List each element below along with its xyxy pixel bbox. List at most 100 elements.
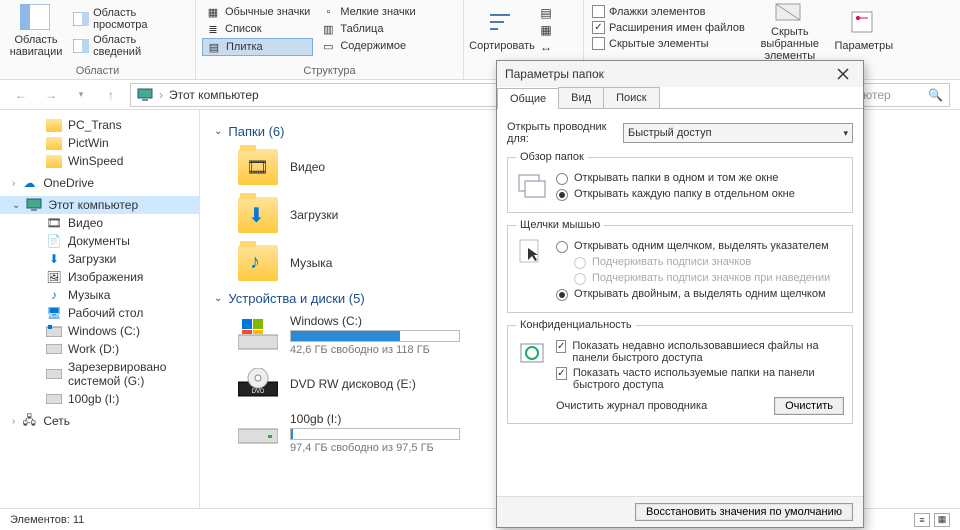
tab-search[interactable]: Поиск: [603, 87, 659, 108]
sort-icon: [486, 10, 518, 38]
onedrive-icon: ☁: [21, 176, 37, 190]
tree-folder-pictwin[interactable]: PictWin: [0, 134, 199, 152]
radio-underline-always: Подчеркивать подписи значков: [574, 256, 844, 269]
view-details-button[interactable]: ≡: [914, 513, 930, 527]
this-pc-icon: [137, 88, 153, 102]
breadcrumb-thispc[interactable]: Этот компьютер: [169, 88, 259, 102]
chk-frequent-folders[interactable]: ✓Показать часто используемые папки на па…: [556, 367, 844, 391]
sort-button[interactable]: Сортировать: [470, 2, 534, 60]
tree-documents[interactable]: 📄Документы: [0, 232, 199, 250]
add-column-icon[interactable]: ▦: [538, 23, 554, 37]
this-pc-icon-small: [26, 198, 42, 212]
open-explorer-label: Открыть проводник для:: [507, 121, 617, 145]
music-icon: ♪: [46, 288, 62, 302]
radio-double-click[interactable]: Открывать двойным, а выделять одним щелч…: [556, 288, 844, 301]
layout-small-icons[interactable]: ▫Мелкие значки: [317, 4, 418, 20]
video-icon: 🎞: [46, 216, 62, 230]
windows-drive-icon: [46, 324, 62, 338]
tree-drive-i[interactable]: 100gb (I:): [0, 390, 199, 408]
radio-underline-hover: Подчеркивать подписи значков при наведен…: [574, 272, 844, 285]
item-checkboxes-toggle[interactable]: Флажки элементов: [590, 4, 747, 19]
tree-onedrive[interactable]: ›☁OneDrive: [0, 176, 199, 190]
desktop-icon: 🖥: [46, 306, 62, 320]
fit-columns-icon[interactable]: ↔: [538, 40, 554, 54]
hdd-icon: [238, 413, 278, 453]
view-icons-button[interactable]: ▦: [934, 513, 950, 527]
search-box[interactable]: ьютер 🔍: [850, 83, 950, 107]
file-extensions-toggle[interactable]: ✓Расширения имен файлов: [590, 20, 747, 35]
forward-button[interactable]: →: [40, 84, 62, 106]
tree-folder-winspeed[interactable]: WinSpeed: [0, 152, 199, 170]
tab-general[interactable]: Общие: [497, 88, 559, 109]
up-button[interactable]: ↑: [100, 84, 122, 106]
radio-new-window[interactable]: Открывать каждую папку в отдельном окне: [556, 188, 844, 201]
layout-content[interactable]: ▭Содержимое: [317, 38, 418, 54]
tree-videos[interactable]: 🎞Видео: [0, 214, 199, 232]
drive-icon: [46, 367, 62, 381]
privacy-icon: [516, 337, 548, 369]
hide-selected-button[interactable]: Скрыть выбранные элементы: [751, 2, 829, 60]
tree-music[interactable]: ♪Музыка: [0, 286, 199, 304]
tree-folder-pctrans[interactable]: PC_Trans: [0, 116, 199, 134]
navigation-pane-icon: [20, 4, 52, 32]
tree-network[interactable]: ›🖧Сеть: [0, 414, 199, 428]
dialog-tabs: Общие Вид Поиск: [497, 87, 863, 109]
document-icon: 📄: [46, 234, 62, 248]
network-icon: 🖧: [21, 414, 37, 428]
layout-normal-icons[interactable]: ▦Обычные значки: [202, 4, 313, 20]
tree-drive-c[interactable]: Windows (C:): [0, 322, 199, 340]
navigation-pane-button[interactable]: Область навигации: [6, 2, 66, 60]
tree-desktop[interactable]: 🖥Рабочий стол: [0, 304, 199, 322]
folder-icon: 🎞: [238, 149, 278, 185]
folder-icon: ⬇: [238, 197, 278, 233]
options-icon: [848, 10, 880, 38]
cursor-icon: [516, 237, 548, 269]
clear-history-label: Очистить журнал проводника: [556, 400, 707, 412]
restore-defaults-button[interactable]: Восстановить значения по умолчанию: [635, 503, 853, 521]
chk-recent-files[interactable]: ✓Показать недавно использовавшиеся файлы…: [556, 340, 844, 364]
clear-button[interactable]: Очистить: [774, 397, 844, 415]
hidden-items-toggle[interactable]: Скрытые элементы: [590, 36, 747, 51]
group-by-icon[interactable]: ▤: [538, 6, 554, 20]
nav-pane-label: Область навигации: [10, 34, 63, 58]
options-button[interactable]: Параметры: [833, 2, 895, 60]
preview-pane-button[interactable]: Область просмотра: [70, 6, 189, 32]
picture-icon: 🖼: [46, 270, 62, 284]
folder-options-dialog: Параметры папок Общие Вид Поиск Открыть …: [496, 60, 864, 528]
svg-text:DVD: DVD: [252, 389, 265, 395]
browse-icon: [516, 169, 548, 201]
drive-icon: [46, 342, 62, 356]
hide-icon: [774, 0, 806, 24]
navigation-tree: PC_Trans PictWin WinSpeed ›☁OneDrive ⌄Эт…: [0, 110, 200, 510]
windows-drive-icon: [238, 315, 278, 355]
tab-view[interactable]: Вид: [558, 87, 604, 108]
search-icon: 🔍: [928, 88, 943, 102]
radio-single-click[interactable]: Открывать одним щелчком, выделять указат…: [556, 240, 844, 253]
group-label-layout: Структура: [202, 65, 457, 77]
back-button[interactable]: ←: [10, 84, 32, 106]
click-items-group: Щелчки мышью Открывать одним щелчком, вы…: [507, 219, 853, 313]
tree-this-pc[interactable]: ⌄Этот компьютер: [0, 196, 199, 214]
close-button[interactable]: [831, 64, 855, 84]
drive-usage-bar: [290, 428, 460, 440]
layout-tiles[interactable]: ▤Плитка: [202, 38, 313, 56]
privacy-group: Конфиденциальность ✓Показать недавно исп…: [507, 319, 853, 424]
tree-drive-g[interactable]: Зарезервировано системой (G:): [0, 358, 199, 390]
drive-usage-bar: [290, 330, 460, 342]
open-explorer-select[interactable]: Быстрый доступ▾: [623, 123, 853, 143]
dvd-drive-icon: DVD: [238, 364, 278, 404]
tree-downloads[interactable]: ⬇Загрузки: [0, 250, 199, 268]
layout-list[interactable]: ≣Список: [202, 21, 313, 37]
dialog-title: Параметры папок: [505, 67, 604, 81]
group-label-panes: Области: [6, 65, 189, 77]
chevron-down-icon: ▾: [843, 128, 848, 139]
tree-pictures[interactable]: 🖼Изображения: [0, 268, 199, 286]
browse-folders-group: Обзор папок Открывать папки в одном и то…: [507, 151, 853, 213]
recent-dropdown[interactable]: ▾: [70, 84, 92, 106]
drive-icon: [46, 392, 62, 406]
layout-table[interactable]: ▥Таблица: [317, 21, 418, 37]
tree-drive-d[interactable]: Work (D:): [0, 340, 199, 358]
radio-same-window[interactable]: Открывать папки в одном и том же окне: [556, 172, 844, 185]
details-pane-button[interactable]: Область сведений: [70, 33, 189, 59]
folder-icon: ♪: [238, 245, 278, 281]
